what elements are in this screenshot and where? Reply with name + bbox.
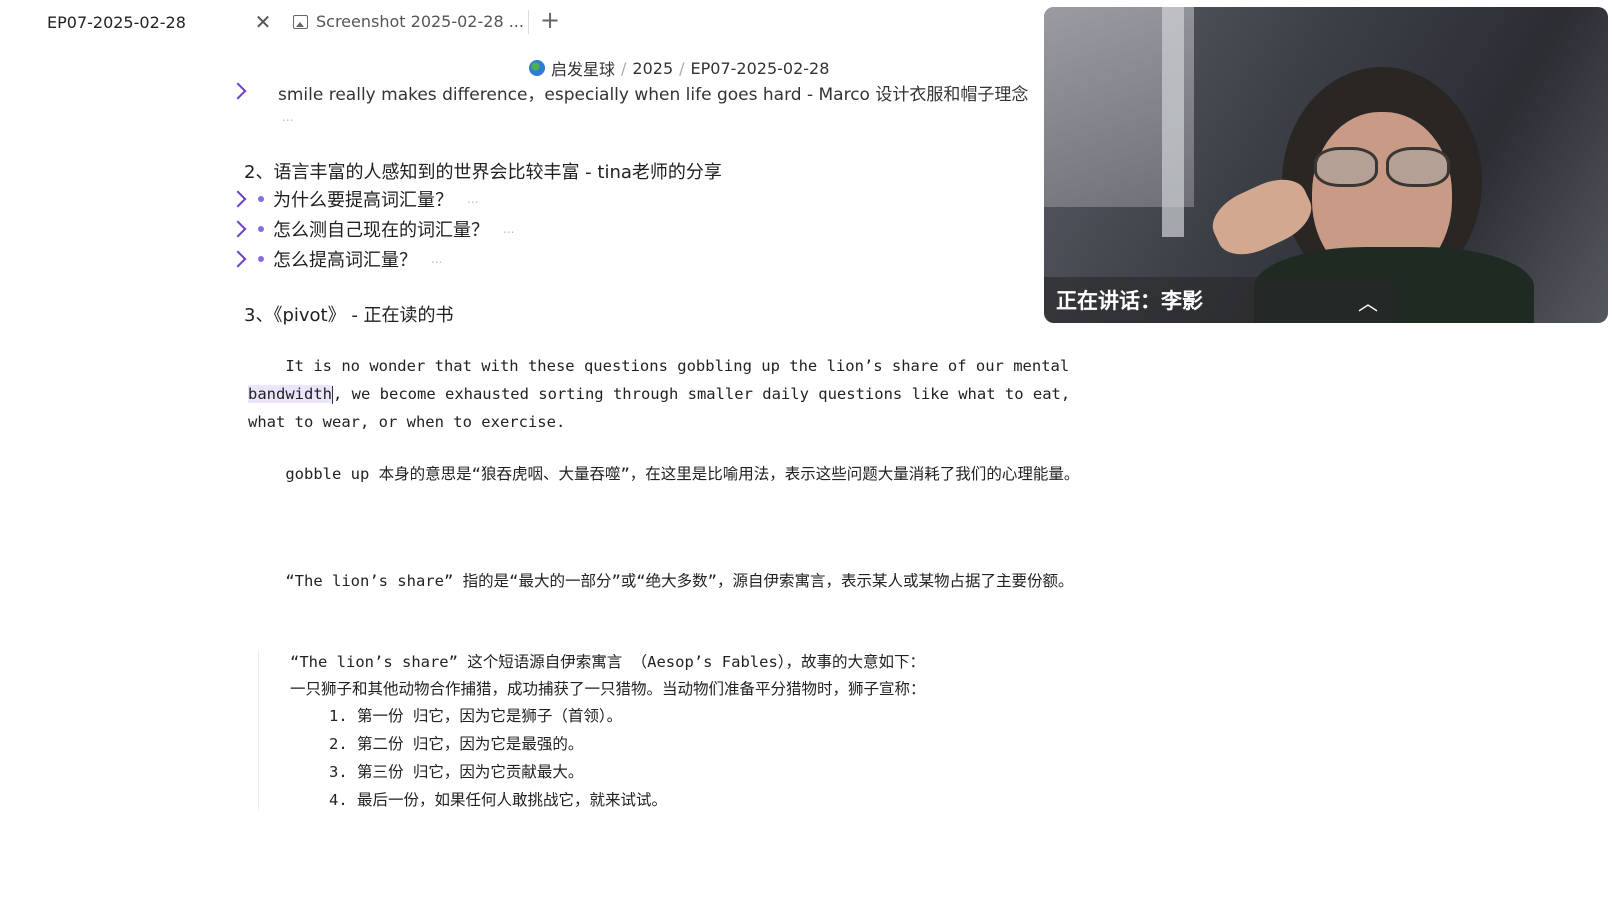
collapsed-ellipsis[interactable]: ... bbox=[467, 192, 478, 206]
quote-paragraph[interactable]: It is no wonder that with these question… bbox=[248, 352, 1098, 436]
breadcrumb-item-year[interactable]: 2025 bbox=[632, 59, 673, 78]
tab-divider bbox=[528, 10, 529, 34]
list-item[interactable]: 怎么测自己现在的词汇量？ ... bbox=[229, 216, 514, 242]
speaker-bar: 正在讲话：李影 ︿ bbox=[1044, 277, 1394, 323]
cut-off-bullet-text: smile really makes difference，especially… bbox=[278, 85, 1029, 105]
breadcrumb-separator: / bbox=[679, 58, 685, 78]
selected-word[interactable]: bandwidth bbox=[248, 385, 332, 403]
breadcrumb-separator: / bbox=[621, 58, 627, 78]
list-item-text: 为什么要提高词汇量？ bbox=[273, 190, 453, 211]
gobble-note-paragraph[interactable]: gobble up 本身的意思是“狼吞虎咽、大量吞噬”，在这里是比喻用法，表示这… bbox=[248, 460, 1098, 488]
section-3-heading: 3、《pivot》 - 正在读的书 bbox=[244, 305, 454, 326]
lion-share-note-paragraph[interactable]: “The lion’s share” 指的是“最大的一部分”或“绝大多数”，源自… bbox=[248, 567, 1098, 595]
breadcrumb-item-page[interactable]: EP07-2025-02-28 bbox=[691, 59, 830, 78]
collapsed-ellipsis[interactable]: ... bbox=[431, 252, 442, 266]
bullet-dot-icon bbox=[258, 226, 264, 232]
background-frame bbox=[1162, 7, 1184, 237]
breadcrumb: 启发星球 / 2025 / EP07-2025-02-28 bbox=[529, 56, 829, 80]
speaker-label: 正在讲话：李影 bbox=[1056, 289, 1203, 313]
tab-screenshot[interactable]: Screenshot 2025-02-28 ... bbox=[293, 12, 524, 31]
document-body: smile really makes difference，especially… bbox=[0, 80, 1100, 897]
quote-block-border bbox=[258, 650, 259, 810]
chevron-right-icon[interactable] bbox=[229, 190, 247, 208]
section-2-heading: 2、语言丰富的人感知到的世界会比较丰富 - tina老师的分享 bbox=[244, 162, 722, 183]
quote-text-after: , we become exhausted sorting through sm… bbox=[248, 385, 1080, 431]
chevron-right-icon[interactable] bbox=[229, 250, 247, 268]
close-icon[interactable]: ✕ bbox=[252, 10, 274, 34]
tab-screenshot-label: Screenshot 2025-02-28 ... bbox=[316, 12, 524, 31]
bullet-dot-icon bbox=[258, 196, 264, 202]
breadcrumb-item-root[interactable]: 启发星球 bbox=[551, 56, 615, 80]
list-item[interactable]: 2. 第二份 归它，因为它是最强的。 bbox=[329, 730, 667, 758]
video-call-overlay[interactable]: 正在讲话：李影 ︿ bbox=[1044, 7, 1608, 323]
collapsed-ellipsis[interactable]: ... bbox=[503, 222, 514, 236]
image-icon bbox=[293, 14, 308, 29]
chevron-right-icon[interactable] bbox=[229, 220, 247, 238]
tab-active[interactable]: EP07-2025-02-28 bbox=[47, 13, 186, 32]
list-item[interactable]: 为什么要提高词汇量？ ... bbox=[229, 186, 478, 212]
new-tab-plus-icon[interactable]: + bbox=[540, 6, 560, 34]
globe-icon bbox=[529, 60, 545, 76]
chevron-up-icon[interactable]: ︿ bbox=[1358, 287, 1378, 316]
glasses-icon bbox=[1314, 147, 1450, 187]
quote-text-before: It is no wonder that with these question… bbox=[248, 357, 1079, 375]
bullet-dot-icon bbox=[258, 256, 264, 262]
list-item-text: 怎么提高词汇量？ bbox=[273, 250, 417, 271]
lens-right bbox=[1386, 147, 1450, 187]
list-item[interactable]: 4. 最后一份，如果任何人敢挑战它，就来试试。 bbox=[329, 786, 667, 814]
chevron-right-icon[interactable] bbox=[229, 82, 247, 100]
list-item[interactable]: 3. 第三份 归它，因为它贡献最大。 bbox=[329, 758, 667, 786]
fable-numbered-list: 1. 第一份 归它，因为它是狮子（首领）。 2. 第二份 归它，因为它是最强的。… bbox=[329, 702, 667, 814]
list-item[interactable]: 怎么提高词汇量？ ... bbox=[229, 246, 442, 272]
lens-left bbox=[1314, 147, 1378, 187]
fable-intro[interactable]: “The lion’s share” 这个短语源自伊索寓言 （Aesop’s F… bbox=[290, 648, 1100, 676]
list-item[interactable]: 1. 第一份 归它，因为它是狮子（首领）。 bbox=[329, 702, 667, 730]
collapsed-ellipsis[interactable]: ... bbox=[282, 110, 293, 124]
list-item-text: 怎么测自己现在的词汇量？ bbox=[273, 220, 489, 241]
fable-line[interactable]: 一只狮子和其他动物合作捕猎，成功捕获了一只猎物。当动物们准备平分猎物时，狮子宣称… bbox=[290, 675, 1100, 703]
